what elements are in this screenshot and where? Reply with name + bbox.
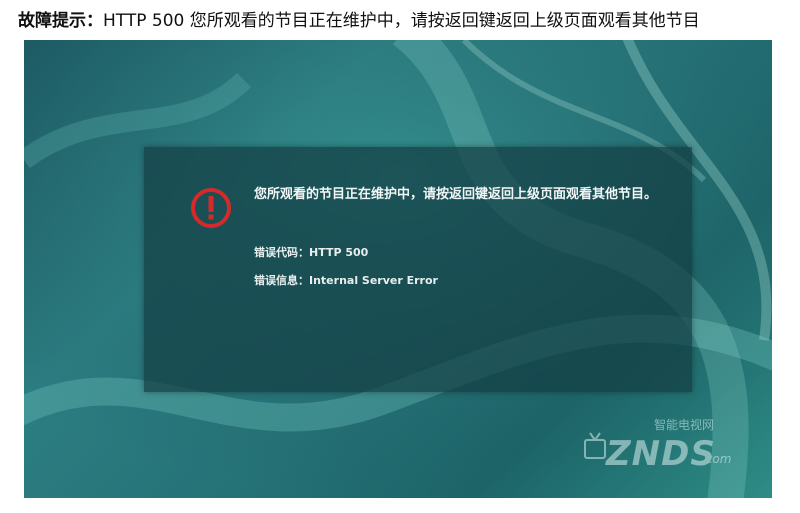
error-code-label: 错误代码： (254, 246, 309, 259)
tv-screen-photo: 您所观看的节目正在维护中，请按返回键返回上级页面观看其他节目。 错误代码：HTT… (24, 40, 772, 498)
error-code-row: 错误代码：HTTP 500 (254, 244, 368, 260)
error-info-value: Internal Server Error (309, 274, 438, 287)
error-message: 您所观看的节目正在维护中，请按返回键返回上级页面观看其他节目。 (254, 187, 658, 202)
caption-text: HTTP 500 您所观看的节目正在维护中，请按返回键返回上级页面观看其他节目 (103, 11, 700, 31)
watermark-suffix: .com (702, 452, 732, 466)
error-info-label: 错误信息： (254, 274, 309, 287)
fault-caption: 故障提示：HTTP 500 您所观看的节目正在维护中，请按返回键返回上级页面观看… (18, 6, 788, 36)
caption-label: 故障提示： (18, 11, 103, 31)
watermark-brand: ZNDS (606, 434, 716, 474)
error-info-row: 错误信息：Internal Server Error (254, 272, 438, 288)
znds-watermark: 智能电视网 ZNDS .com (584, 412, 754, 482)
tv-logo-icon (584, 432, 606, 459)
error-code-value: HTTP 500 (309, 246, 369, 259)
error-power-icon (191, 188, 231, 228)
error-dialog: 您所观看的节目正在维护中，请按返回键返回上级页面观看其他节目。 错误代码：HTT… (144, 147, 692, 392)
watermark-site-name: 智能电视网 (654, 418, 715, 432)
